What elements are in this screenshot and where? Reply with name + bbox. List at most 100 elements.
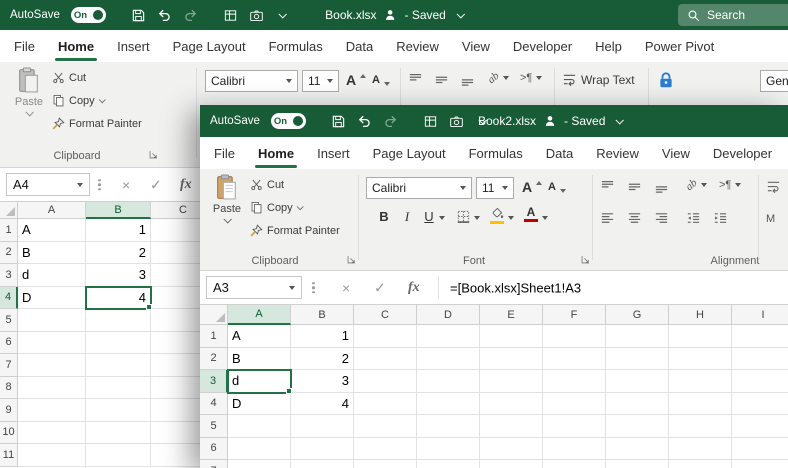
align-bottom-icon[interactable] [460,72,475,87]
tab-insert[interactable]: Insert [117,39,150,54]
tab-home[interactable]: Home [254,146,298,168]
cell-A8[interactable] [18,376,86,399]
tab-insert[interactable]: Insert [317,146,350,161]
row-header-4[interactable]: 4 [0,286,18,309]
row-header-1[interactable]: 1 [200,325,228,348]
cell-E7[interactable] [480,460,543,468]
cell-A7[interactable] [18,354,86,377]
align-middle-icon[interactable] [627,179,642,194]
select-all-button[interactable] [200,305,228,325]
cell-G1[interactable] [606,325,669,348]
cell-H6[interactable] [669,437,732,460]
saved-status[interactable]: - Saved [564,114,605,128]
tab-file[interactable]: File [14,39,35,54]
cell-B10[interactable] [86,421,151,444]
cell-A10[interactable] [18,421,86,444]
font-size-combo[interactable]: 11 [476,177,514,199]
fill-color-button[interactable] [490,207,504,224]
tab-home[interactable]: Home [54,39,98,61]
cell-B5[interactable] [86,309,151,332]
decrease-font-size-button[interactable]: A [372,74,390,86]
tab-page-layout[interactable]: Page Layout [373,146,446,161]
font-size-combo[interactable]: 11 [302,70,339,92]
row-header-8[interactable]: 8 [0,376,18,399]
cell-B9[interactable] [86,399,151,422]
column-header-F[interactable]: F [543,305,606,325]
text-direction-button[interactable]: >¶ [520,72,543,84]
tab-power-pivot[interactable]: Power Pivot [645,39,714,54]
cell-D7[interactable] [417,460,480,468]
insert-function-icon[interactable]: fx [408,280,420,296]
row-header-3[interactable]: 3 [0,264,18,287]
cell-A11[interactable] [18,444,86,467]
cell-H7[interactable] [669,460,732,468]
autosave-toggle[interactable]: On [270,113,306,129]
cell-C5[interactable] [354,415,417,438]
column-header-D[interactable]: D [417,305,480,325]
cell-D1[interactable] [417,325,480,348]
cell-A3[interactable]: d [227,369,292,394]
enter-icon[interactable]: ✓ [150,176,162,193]
cell-B5[interactable] [291,415,354,438]
fill-color-chevron-icon[interactable] [508,216,514,220]
camera-icon[interactable] [249,8,264,23]
cell-A2[interactable]: B [228,347,291,370]
borders-chevron-icon[interactable] [474,216,480,220]
cell-G6[interactable] [606,437,669,460]
cell-I1[interactable] [732,325,788,348]
cell-E3[interactable] [480,370,543,393]
cell-H4[interactable] [669,392,732,415]
search-box[interactable]: Search [678,4,788,26]
paste-button[interactable]: Paste [206,174,248,224]
row-header-6[interactable]: 6 [0,331,18,354]
cell-D2[interactable] [417,347,480,370]
fill-handle[interactable] [286,387,292,394]
cell-E2[interactable] [480,347,543,370]
cell-B2[interactable]: 2 [86,241,151,264]
column-header-B[interactable]: B [86,202,151,219]
align-right-icon[interactable] [654,211,669,226]
wrap-text-icon[interactable] [766,179,781,194]
saved-chevron-icon[interactable] [615,116,625,125]
orientation-button[interactable]: ab [485,70,509,86]
save-icon[interactable] [131,8,146,23]
tab-review[interactable]: Review [396,39,439,54]
clipboard-dialog-launcher-icon[interactable] [148,149,159,160]
tab-data[interactable]: Data [546,146,573,161]
row-header-7[interactable]: 7 [0,354,18,377]
decrease-font-size-button[interactable]: A [548,181,566,193]
align-center-icon[interactable] [627,211,642,226]
cell-C1[interactable] [354,325,417,348]
column-header-H[interactable]: H [669,305,732,325]
cell-A5[interactable] [18,309,86,332]
increase-font-size-button[interactable]: A [346,72,367,88]
cell-A6[interactable] [18,331,86,354]
cell-B6[interactable] [291,437,354,460]
cell-H2[interactable] [669,347,732,370]
cell-E6[interactable] [480,437,543,460]
cell-A2[interactable]: B [18,241,86,264]
cell-C2[interactable] [354,347,417,370]
saved-status[interactable]: - Saved [405,8,446,22]
cell-G5[interactable] [606,415,669,438]
cell-A7[interactable] [228,460,291,468]
cell-A1[interactable]: A [228,325,291,348]
redo-icon[interactable] [183,8,198,23]
column-header-A[interactable]: A [18,202,86,219]
cell-A6[interactable] [228,437,291,460]
cell-B7[interactable] [86,354,151,377]
cell-B3[interactable]: 3 [86,264,151,287]
camera-icon[interactable] [449,114,464,129]
table-tool-icon[interactable] [223,8,238,23]
align-top-icon[interactable] [600,179,615,194]
column-header-E[interactable]: E [480,305,543,325]
cell-G4[interactable] [606,392,669,415]
font-color-button[interactable]: A [524,206,538,222]
cell-I7[interactable] [732,460,788,468]
row-header-2[interactable]: 2 [200,347,228,370]
sensitivity-lock-icon[interactable] [656,70,676,90]
tab-help[interactable]: Help [595,39,622,54]
row-header-7[interactable]: 7 [200,460,228,468]
cell-E5[interactable] [480,415,543,438]
cell-A9[interactable] [18,399,86,422]
